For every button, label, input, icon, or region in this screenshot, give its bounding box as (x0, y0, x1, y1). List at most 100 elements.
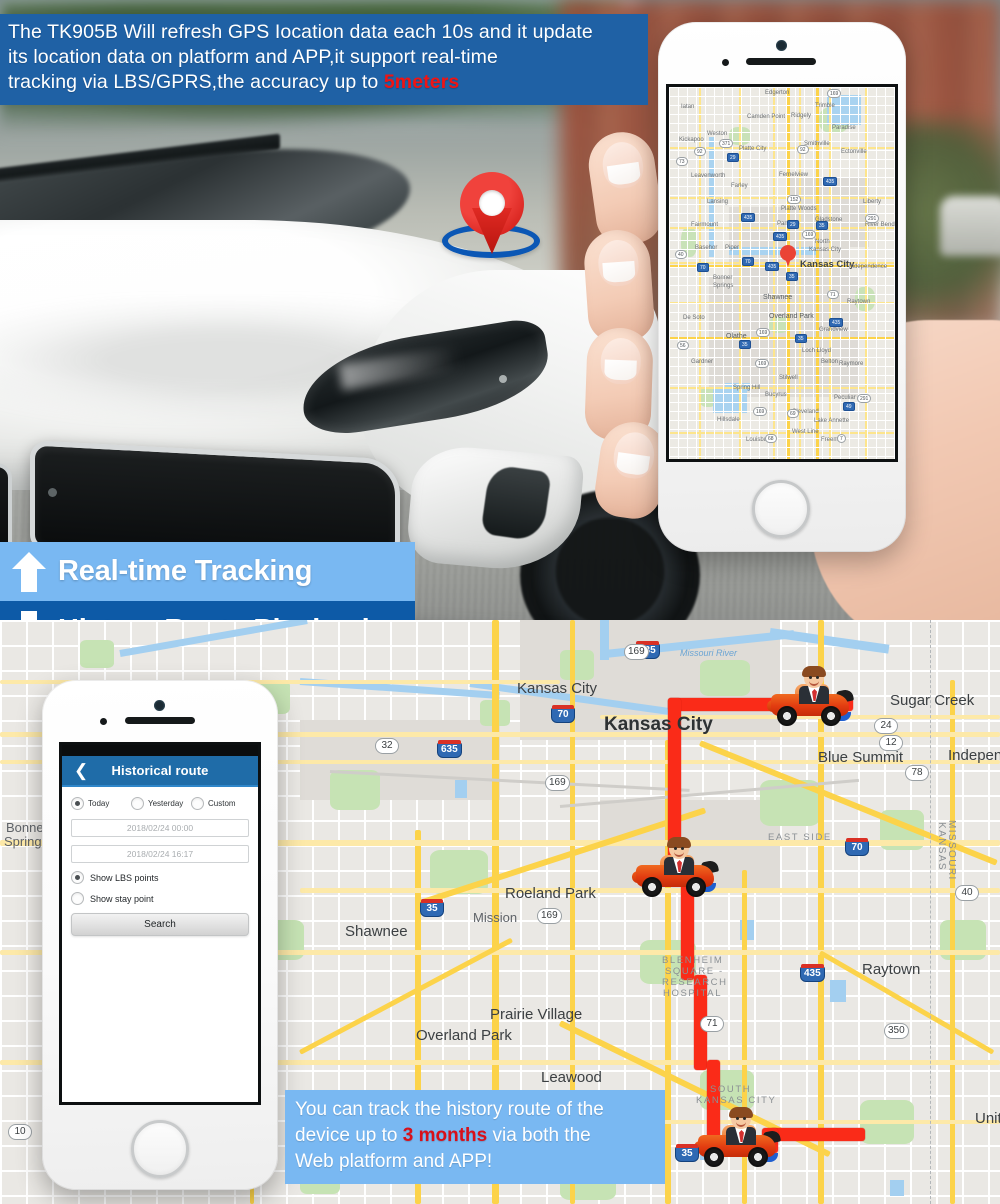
bottom-caption-line-1: You can track the history route of the (295, 1099, 604, 1120)
car-wheel (704, 1147, 724, 1167)
show-stay-label: Show stay point (90, 893, 154, 904)
map-place-label: Edgerton (765, 90, 790, 96)
highway-h (669, 432, 895, 434)
water-body (455, 780, 467, 798)
driver-eye (809, 676, 812, 679)
highway-v (699, 87, 701, 459)
map-place-label: Liberty (863, 199, 882, 205)
driver-eye (736, 1117, 739, 1120)
highway-shield: 29 (727, 153, 739, 162)
start-datetime-field[interactable]: 2018/02/24 00:00 (71, 819, 249, 837)
driver-hair (667, 837, 691, 848)
local-street (0, 1195, 1000, 1197)
map-place-label: Kansas City (604, 714, 713, 735)
highway-h (669, 387, 895, 389)
water-body (830, 980, 846, 1002)
map-place-label: Roeland Park (505, 885, 596, 902)
highway-shield: 70 (742, 257, 754, 266)
local-street (669, 123, 895, 124)
highway-shield: 92 (797, 145, 809, 154)
map-place-label: Stilwell (779, 375, 798, 381)
highway-shield: 169 (755, 359, 770, 368)
local-street (840, 87, 841, 459)
radio-option-custom[interactable]: Custom (191, 797, 249, 810)
map-place-label: Trimble (815, 103, 835, 109)
map-place-label: Lansing (707, 199, 729, 205)
route-car-marker-2[interactable] (630, 837, 720, 899)
highway-shield: 435 (829, 318, 844, 327)
local-street (669, 105, 895, 106)
map-place-label: Bonner (713, 275, 733, 281)
local-street (705, 87, 706, 459)
app-screen: ❮ Historical route Today Yesterday Custo… (59, 742, 261, 1105)
realtime-tracking-map[interactable]: Edgerton Trimble Iatan Camden Point Ridgely P… (669, 87, 895, 459)
map-place-label: Unit (975, 1110, 1000, 1127)
search-button[interactable]: Search (71, 913, 249, 936)
highway-shield: 49 (843, 402, 855, 411)
map-place-label: North (815, 239, 830, 245)
grille-sensor (48, 488, 57, 497)
map-place-label: Lake Annette (814, 418, 850, 424)
highway-shield: 169 (802, 230, 817, 239)
water-body (890, 1180, 904, 1196)
highway-v (799, 87, 801, 459)
map-place-label: Olathe (726, 333, 747, 340)
radio-option-today[interactable]: Today (71, 797, 129, 810)
car-wheel (777, 706, 797, 726)
map-place-label: Piper (725, 245, 740, 251)
radio-show-lbs-icon[interactable] (71, 871, 84, 884)
local-street (669, 384, 895, 385)
local-street (669, 447, 895, 448)
date-range-radio-group: Today Yesterday Custom (71, 797, 249, 810)
chevron-left-icon[interactable]: ❮ (74, 762, 88, 780)
highway-shield: 32 (375, 738, 399, 754)
highway-shield: 71 (827, 290, 839, 299)
map-place-label: Raytown (862, 961, 921, 978)
radio-show-stay-icon[interactable] (71, 892, 84, 905)
status-bar (62, 745, 258, 756)
highway-shield: 435 (773, 232, 788, 241)
highway-shield: 169 (545, 775, 570, 791)
map-place-label: Hillsdale (717, 417, 740, 423)
highway-shield: 169 (756, 328, 771, 337)
proximity-sensor-icon (722, 59, 729, 66)
highway-shield: 78 (905, 765, 929, 781)
option-show-lbs-points[interactable]: Show LBS points (71, 871, 249, 884)
car-sensor-dot (499, 375, 507, 383)
map-place-label: EAST SIDE (768, 832, 832, 843)
local-street (669, 96, 895, 97)
option-show-stay-point[interactable]: Show stay point (71, 892, 249, 905)
home-button-icon[interactable] (131, 1120, 189, 1178)
local-street (669, 87, 895, 88)
arrow-up-icon (12, 551, 46, 592)
local-street (750, 87, 751, 459)
proximity-sensor-icon (100, 718, 107, 725)
headline-line-2: its location data on platform and APP,it… (8, 46, 498, 68)
highway-shield: 29 (787, 220, 799, 229)
radio-custom-icon[interactable] (191, 797, 204, 810)
local-street (669, 411, 895, 412)
home-button-icon[interactable] (752, 480, 810, 538)
radio-today-icon[interactable] (71, 797, 84, 810)
radio-yesterday-icon[interactable] (131, 797, 144, 810)
local-street (669, 285, 895, 286)
radio-option-yesterday[interactable]: Yesterday (131, 797, 189, 810)
local-street (777, 87, 778, 459)
local-street (858, 87, 859, 459)
local-street (768, 87, 769, 459)
app-smartphone: ❮ Historical route Today Yesterday Custo… (42, 680, 278, 1190)
park-area (80, 640, 114, 668)
route-car-marker-3[interactable] (692, 1107, 782, 1169)
route-car-marker-1[interactable] (765, 666, 855, 728)
highway-shield: 35 (786, 272, 798, 281)
map-place-label: Loch Lloyd (802, 348, 832, 354)
highway-shield: 40 (675, 250, 687, 259)
map-place-label: Ectonville (841, 149, 867, 155)
park-area (560, 650, 594, 680)
end-datetime-field[interactable]: 2018/02/24 16:17 (71, 845, 249, 863)
car-wheel (642, 877, 662, 897)
map-place-label: Shawnee (345, 923, 408, 940)
highway-shield: 70 (845, 838, 869, 856)
map-place-label: Grandview (819, 327, 848, 333)
highway-shield: 70 (697, 263, 709, 272)
